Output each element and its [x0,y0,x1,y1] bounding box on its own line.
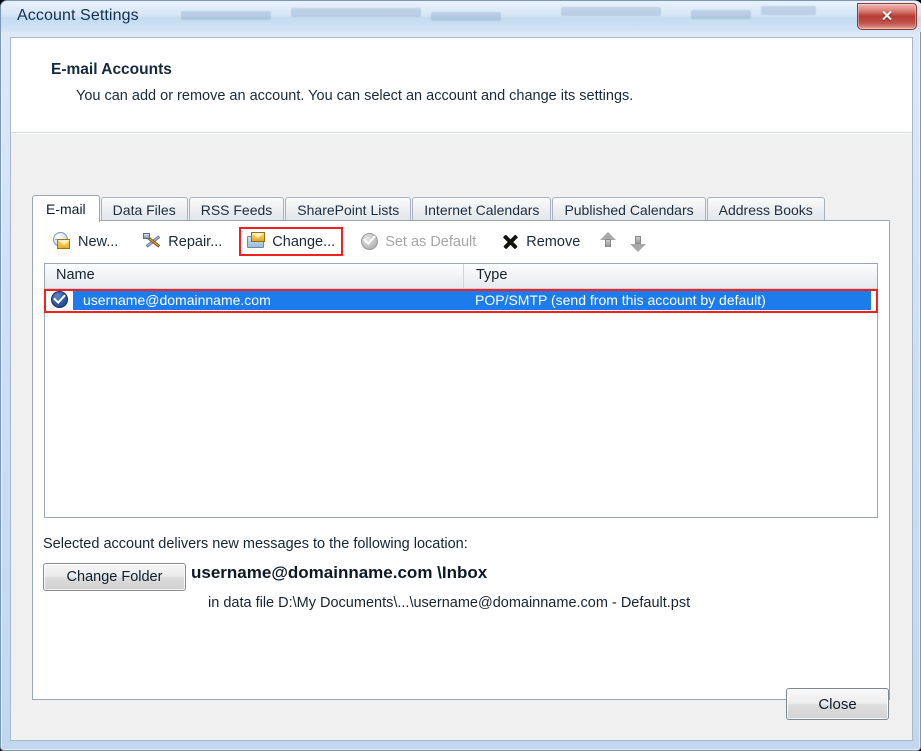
delivery-data-file: in data file D:\My Documents\...\usernam… [208,595,691,611]
close-x-icon [501,232,520,251]
change-folder-label: Change Folder [66,569,163,585]
column-header-type[interactable]: Type [464,264,877,288]
tab-address-books[interactable]: Address Books [706,197,825,221]
dialog-body: E-mail Accounts You can add or remove an… [10,37,913,741]
tab-label: Address Books [718,201,813,218]
change-button-label: Change... [272,233,336,250]
tab-strip: E-mail Data Files RSS Feeds SharePoint L… [32,195,826,222]
window-close-button[interactable]: ✕ [857,3,917,30]
close-button[interactable]: Close [786,688,889,720]
tab-label: E-mail [46,201,86,217]
tab-sharepoint-lists[interactable]: SharePoint Lists [285,197,412,221]
email-tab-panel: New... Repair... Change... Set as Defaul… [32,220,890,700]
tab-label: SharePoint Lists [297,201,400,218]
repair-account-button[interactable]: Repair... [135,228,230,255]
new-mail-account-icon [53,232,72,251]
tab-email[interactable]: E-mail [32,195,100,222]
tab-rss-feeds[interactable]: RSS Feeds [188,197,285,221]
check-seal-icon [360,232,379,251]
new-button-label: New... [78,233,119,250]
account-name-cell: username@domainname.com [73,290,465,310]
list-column-headers: Name Type [45,264,877,289]
tab-label: RSS Feeds [200,201,273,218]
content-zone: E-mail Data Files RSS Feeds SharePoint L… [11,134,912,740]
change-account-icon [247,232,266,251]
account-settings-window: Account Settings ✕ E-mail Accounts You c… [0,0,921,751]
delivery-location-value: username@domainname.com \Inbox [191,563,488,582]
delivery-location-label: Selected account delivers new messages t… [43,536,468,552]
tab-label: Internet Calendars [424,201,540,218]
arrow-down-icon [630,243,647,252]
set-as-default-label: Set as Default [385,233,477,250]
change-folder-button[interactable]: Change Folder [43,563,186,591]
close-icon: ✕ [880,8,894,25]
repair-tools-icon [143,232,162,251]
new-account-button[interactable]: New... [45,228,126,255]
tab-data-files[interactable]: Data Files [100,197,188,221]
change-account-button[interactable]: Change... [239,227,344,256]
tab-label: Published Calendars [564,201,694,218]
header-zone: E-mail Accounts You can add or remove an… [11,38,912,133]
window-title: Account Settings [17,7,139,24]
close-button-label: Close [818,695,857,713]
tab-internet-calendars[interactable]: Internet Calendars [412,197,552,221]
tab-published-calendars[interactable]: Published Calendars [552,197,706,221]
page-title: E-mail Accounts [51,61,172,78]
default-account-check-icon [50,290,70,310]
list-rows: username@domainname.com POP/SMTP (send f… [44,289,878,313]
page-subtitle: You can add or remove an account. You ca… [76,88,634,104]
title-bar[interactable]: Account Settings ✕ [1,1,921,32]
account-list[interactable]: Name Type username@domainname.com POP/SM… [44,263,878,518]
account-type-cell: POP/SMTP (send from this account by defa… [465,290,871,310]
repair-button-label: Repair... [168,233,223,250]
column-header-name[interactable]: Name [45,264,464,288]
move-up-button[interactable] [597,230,619,254]
set-as-default-button[interactable]: Set as Default [352,228,484,255]
remove-button-label: Remove [526,233,581,250]
move-down-button[interactable] [627,230,649,254]
remove-account-button[interactable]: Remove [493,228,588,255]
tab-label: Data Files [112,201,176,218]
table-row[interactable]: username@domainname.com POP/SMTP (send f… [44,289,878,313]
account-toolbar: New... Repair... Change... Set as Defaul… [33,221,889,262]
